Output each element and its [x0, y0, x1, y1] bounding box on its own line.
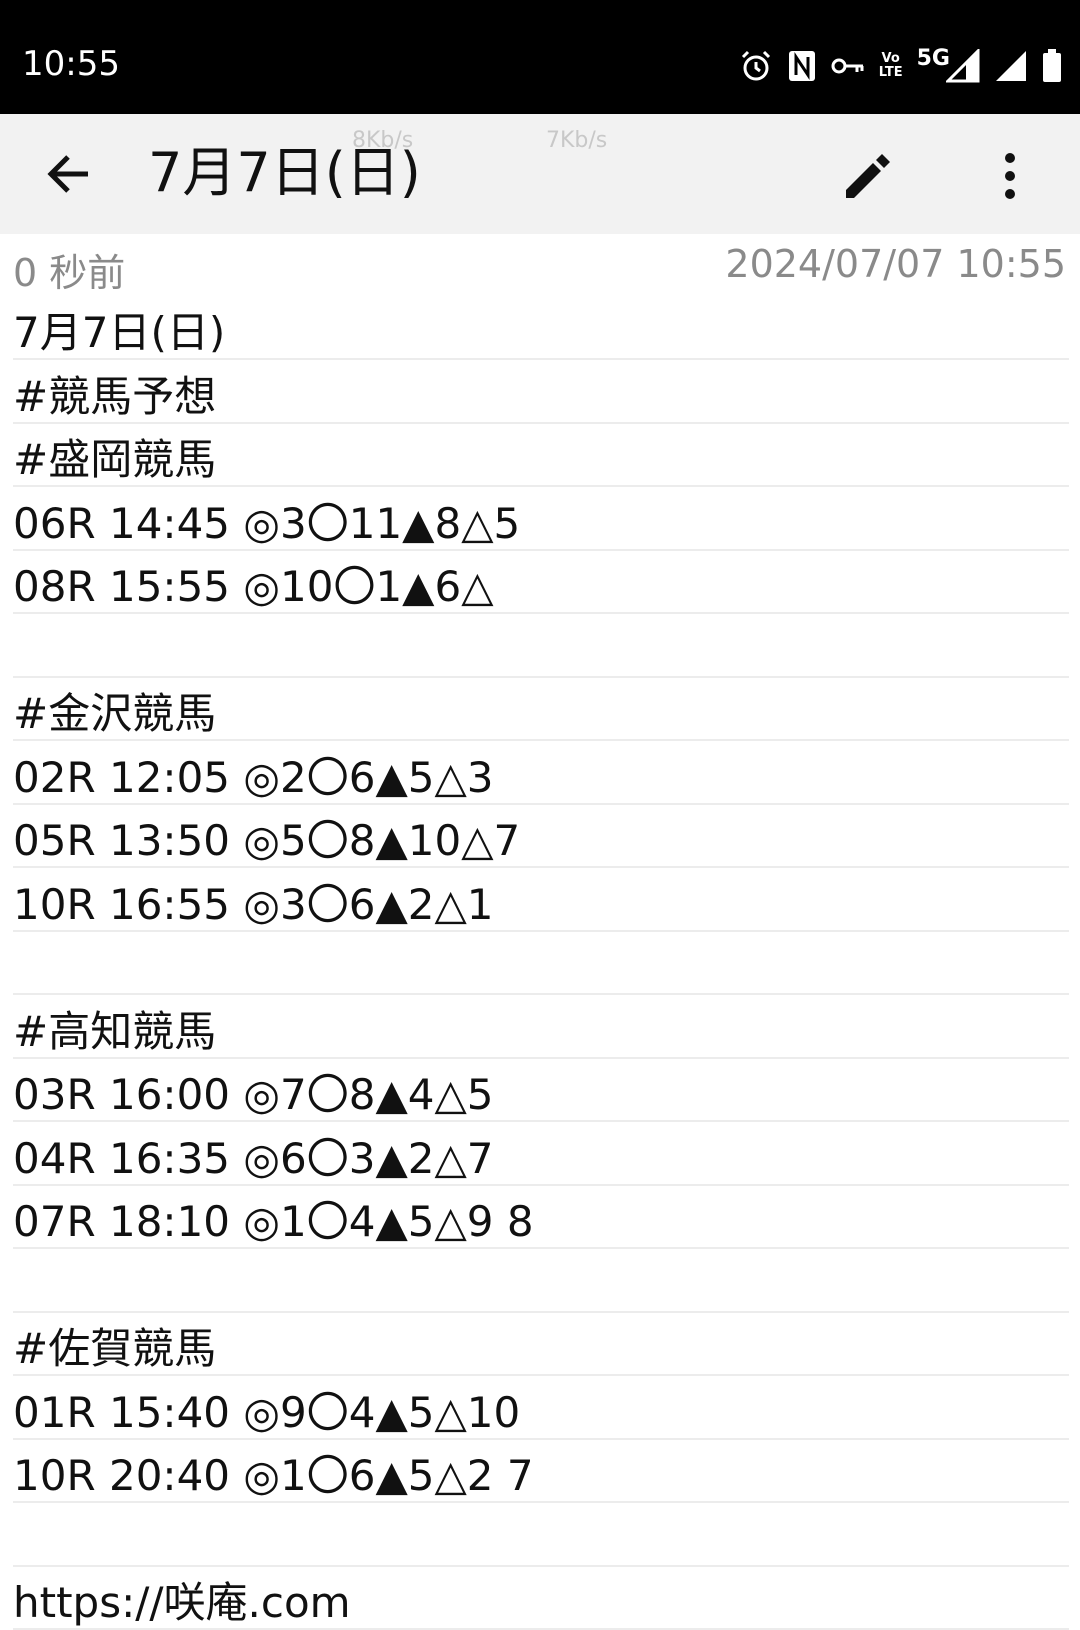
note-rule [13, 929, 1069, 932]
nfc-icon [787, 49, 817, 83]
edit-pencil-icon [846, 154, 890, 198]
note-line[interactable]: #高知競馬 [13, 1007, 1069, 1057]
note-blank-line[interactable] [13, 626, 1069, 676]
note-line[interactable]: 01R 15:40 ◎9〇4▲5△10 [13, 1388, 1069, 1438]
status-bar: 10:55 Vo LTE 5G [0, 0, 1080, 114]
note-line[interactable]: #盛岡競馬 [13, 435, 1069, 485]
edit-button[interactable] [838, 146, 898, 206]
note-rule [13, 802, 1069, 805]
note-blank-line[interactable] [13, 943, 1069, 993]
relative-time: 0 秒前 [13, 251, 126, 295]
vpn-key-icon [831, 54, 865, 78]
back-arrow-icon [47, 155, 88, 193]
more-vert-icon [1005, 153, 1015, 199]
network-speed-left: 8Kb/s [352, 128, 414, 153]
note-rule [13, 739, 1069, 741]
note-rule [13, 993, 1069, 995]
signal-icon [994, 49, 1028, 83]
note-line[interactable]: 08R 15:55 ◎10〇1▲6△ [13, 562, 1069, 612]
alarm-icon [739, 49, 773, 83]
app-bar: 7月7日(日) 8Kb/s 7Kb/s [0, 114, 1080, 234]
note-rule [13, 1056, 1069, 1059]
note-rule [13, 1310, 1069, 1313]
battery-icon [1042, 49, 1062, 83]
note-line[interactable]: 05R 13:50 ◎5〇8▲10△7 [13, 816, 1069, 866]
network-type-label: 5G [916, 45, 950, 71]
note-line[interactable]: #佐賀競馬 [13, 1324, 1069, 1374]
note-line[interactable]: 10R 16:55 ◎3〇6▲2△1 [13, 880, 1069, 930]
timestamp: 2024/07/07 10:55 [725, 242, 1066, 286]
note-rule [13, 1120, 1069, 1122]
volte-bottom-label: LTE [878, 65, 903, 80]
note-rule [13, 358, 1069, 360]
note-rule [13, 548, 1069, 551]
note-rule [13, 1183, 1069, 1186]
note-rule [13, 421, 1069, 424]
5g-signal-icon: 5G [916, 45, 980, 83]
status-icons: Vo LTE 5G [739, 44, 1062, 88]
back-button[interactable] [40, 144, 100, 204]
note-rule [13, 612, 1069, 614]
note-rule [13, 1374, 1069, 1376]
note-line[interactable]: 03R 16:00 ◎7〇8▲4△5 [13, 1070, 1069, 1120]
note-rule [13, 1501, 1069, 1503]
status-time: 10:55 [22, 44, 120, 84]
note-rule [13, 675, 1069, 678]
volte-icon: Vo LTE [879, 52, 903, 80]
note-line[interactable]: 07R 18:10 ◎1〇4▲5△9 8 [13, 1197, 1069, 1247]
note-blank-line[interactable] [13, 1261, 1069, 1311]
note-rule [13, 1564, 1069, 1567]
note-line[interactable]: #金沢競馬 [13, 689, 1069, 739]
note-rule [13, 485, 1069, 487]
note-line[interactable]: 02R 12:05 ◎2〇6▲5△3 [13, 753, 1069, 803]
note-meta: 0 秒前 2024/07/07 10:55 [0, 234, 1080, 295]
note-line[interactable]: https://咲庵.com [13, 1578, 1069, 1628]
note-line[interactable]: 10R 20:40 ◎1〇6▲5△2 7 [13, 1451, 1069, 1501]
more-options-button[interactable] [990, 146, 1030, 206]
note-line[interactable]: 7月7日(日) [13, 308, 1069, 358]
note-blank-line[interactable] [13, 1515, 1069, 1565]
note-rule [13, 1437, 1069, 1440]
network-speed-right: 7Kb/s [546, 128, 608, 153]
note-line[interactable]: 06R 14:45 ◎3〇11▲8△5 [13, 499, 1069, 549]
note-line[interactable]: 04R 16:35 ◎6〇3▲2△7 [13, 1134, 1069, 1184]
note-rule [13, 1247, 1069, 1249]
note-line[interactable]: #競馬予想 [13, 372, 1069, 422]
volte-top-label: Vo [881, 51, 900, 66]
note-rule [13, 866, 1069, 868]
